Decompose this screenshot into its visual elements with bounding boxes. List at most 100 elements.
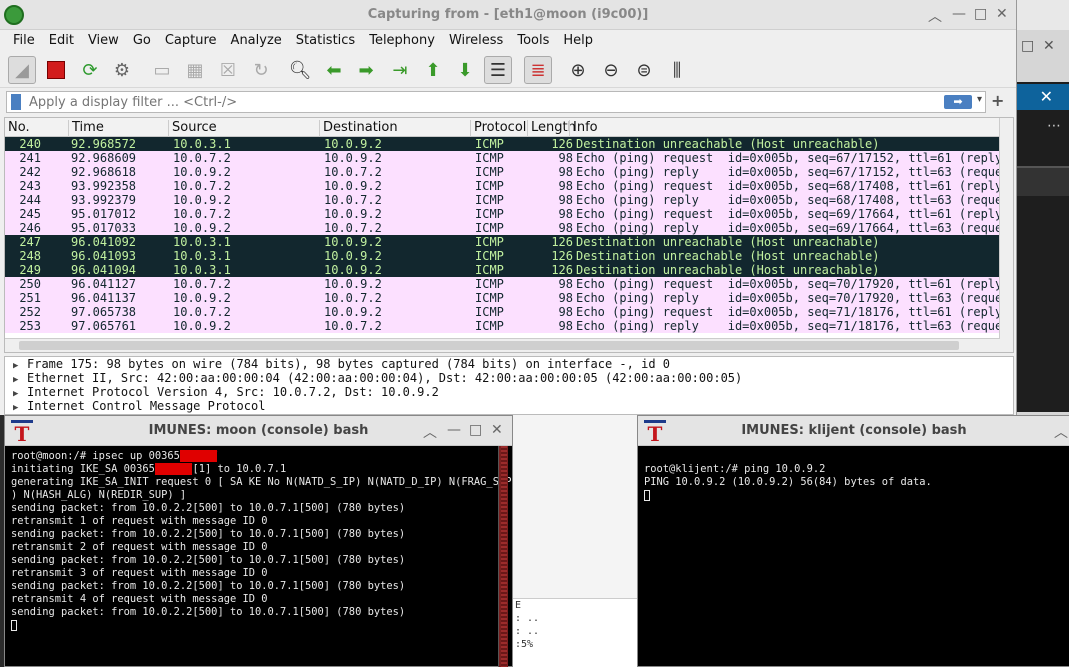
- chevron-up-icon[interactable]: ︿: [1054, 422, 1068, 442]
- table-cell-dst: 10.0.9.2: [324, 263, 382, 277]
- column-source[interactable]: Source: [168, 120, 217, 137]
- menu-file[interactable]: File: [6, 30, 42, 52]
- menu-edit[interactable]: Edit: [42, 30, 81, 52]
- moon-terminal[interactable]: root@moon:/# ipsec up 00365REDACT initiat…: [11, 450, 511, 632]
- column-protocol[interactable]: Protocol: [470, 120, 526, 137]
- detail-row-icmp[interactable]: ▶ Internet Control Message Protocol: [5, 399, 1013, 413]
- table-cell-time: 92.968609: [71, 151, 137, 165]
- resize-columns-icon[interactable]: ⫼: [663, 56, 691, 84]
- stop-capture-icon[interactable]: [42, 56, 70, 84]
- column-destination[interactable]: Destination: [319, 120, 398, 137]
- menu-go[interactable]: Go: [126, 30, 158, 52]
- table-cell-dst: 10.0.9.2: [324, 235, 382, 249]
- bookmark-icon[interactable]: [11, 94, 21, 110]
- maximize-icon[interactable]: □: [469, 422, 482, 438]
- menu-statistics[interactable]: Statistics: [289, 30, 362, 52]
- column-info[interactable]: Info: [569, 120, 598, 137]
- table-cell-len: 98: [558, 319, 573, 333]
- reload-file-icon[interactable]: ↻: [247, 56, 275, 84]
- table-row[interactable]: 250 96.041127 10.0.7.2 10.0.9.2 ICMP 98 Echo (…: [5, 277, 1000, 291]
- table-row[interactable]: 241 92.968609 10.0.7.2 10.0.9.2 ICMP 98 Echo (…: [5, 151, 1000, 165]
- maximize-icon[interactable]: □: [1021, 38, 1034, 54]
- menu-tools[interactable]: Tools: [510, 30, 556, 52]
- background-text: E : .. : .. :5%: [513, 598, 637, 667]
- detail-row-ip[interactable]: ▶ Internet Protocol Version 4, Src: 10.0.…: [5, 385, 1013, 399]
- maximize-icon[interactable]: □: [974, 6, 987, 22]
- save-file-icon[interactable]: ▦: [181, 56, 209, 84]
- go-back-icon[interactable]: ⬅: [320, 56, 348, 84]
- table-cell-time: 96.041093: [71, 249, 137, 263]
- first-packet-icon[interactable]: ⬆: [419, 56, 447, 84]
- find-packet-icon[interactable]: 🔍︎: [286, 56, 314, 84]
- menu-view[interactable]: View: [81, 30, 126, 52]
- table-row[interactable]: 245 95.017012 10.0.7.2 10.0.9.2 ICMP 98 Echo (…: [5, 207, 1000, 221]
- go-forward-icon[interactable]: ➡: [352, 56, 380, 84]
- add-filter-button-icon[interactable]: +: [991, 91, 1004, 110]
- table-row[interactable]: 242 92.968618 10.0.9.2 10.0.7.2 ICMP 98 Echo (…: [5, 165, 1000, 179]
- restart-capture-icon[interactable]: ⟳: [76, 56, 104, 84]
- last-packet-icon[interactable]: ⬇: [451, 56, 479, 84]
- table-cell-len: 98: [558, 165, 573, 179]
- chevron-up-icon[interactable]: ︿: [423, 422, 437, 442]
- column-no[interactable]: No.: [5, 120, 30, 137]
- close-icon[interactable]: ✕: [1043, 38, 1055, 54]
- detail-row-ethernet[interactable]: ▶ Ethernet II, Src: 42:00:aa:00:00:04 (42…: [5, 371, 1013, 385]
- table-cell-src: 10.0.3.1: [173, 137, 231, 151]
- table-cell-time: 95.017012: [71, 207, 137, 221]
- chevron-down-icon[interactable]: ▾: [977, 94, 982, 105]
- minimize-icon[interactable]: —: [952, 6, 966, 22]
- colorize-icon[interactable]: ≣: [524, 56, 552, 84]
- table-cell-len: 98: [558, 277, 573, 291]
- table-row[interactable]: 249 96.041094 10.0.3.1 10.0.9.2 ICMP 126 Desti…: [5, 263, 1000, 277]
- table-row[interactable]: 247 96.041092 10.0.3.1 10.0.9.2 ICMP 126 Desti…: [5, 235, 1000, 249]
- menu-wireless[interactable]: Wireless: [442, 30, 510, 52]
- table-cell-len: 98: [558, 305, 573, 319]
- table-row[interactable]: 252 97.065738 10.0.7.2 10.0.9.2 ICMP 98 Echo (…: [5, 305, 1000, 319]
- packet-list-hscrollbar[interactable]: [5, 338, 1000, 352]
- close-icon[interactable]: ✕: [491, 422, 503, 438]
- zoom-normal-icon[interactable]: ⊜: [630, 56, 658, 84]
- autoscroll-icon[interactable]: ☰: [484, 56, 512, 84]
- klijent-terminal[interactable]: root@klijent:/# ping 10.0.9.2 PING 10.0.…: [644, 450, 932, 502]
- more-icon[interactable]: ⋯: [1047, 118, 1061, 134]
- table-row[interactable]: 253 97.065761 10.0.9.2 10.0.7.2 ICMP 98 Echo (…: [5, 319, 1000, 333]
- close-icon[interactable]: ✕: [996, 6, 1008, 22]
- table-cell-src: 10.0.9.2: [173, 193, 231, 207]
- table-cell-src: 10.0.7.2: [173, 151, 231, 165]
- capture-options-icon[interactable]: ⚙: [108, 56, 136, 84]
- table-row[interactable]: 246 95.017033 10.0.9.2 10.0.7.2 ICMP 98 Echo (…: [5, 221, 1000, 235]
- display-filter-input[interactable]: [29, 93, 929, 111]
- close-icon[interactable]: ✕: [1017, 84, 1069, 110]
- menu-analyze[interactable]: Analyze: [224, 30, 289, 52]
- background-editor: [1017, 82, 1069, 412]
- table-cell-len: 98: [558, 151, 573, 165]
- menu-help[interactable]: Help: [556, 30, 600, 52]
- chevron-up-icon[interactable]: ︿: [928, 6, 942, 26]
- table-row[interactable]: 244 93.992379 10.0.9.2 10.0.7.2 ICMP 98 Echo (…: [5, 193, 1000, 207]
- open-file-icon[interactable]: ▭: [148, 56, 176, 84]
- go-to-packet-icon[interactable]: ⇥: [386, 56, 414, 84]
- zoom-out-icon[interactable]: ⊖: [597, 56, 625, 84]
- menu-telephony[interactable]: Telephony: [362, 30, 442, 52]
- start-capture-icon[interactable]: ◢: [8, 56, 36, 84]
- column-time[interactable]: Time: [68, 120, 104, 137]
- table-row[interactable]: 248 96.041093 10.0.3.1 10.0.9.2 ICMP 126 Desti…: [5, 249, 1000, 263]
- moon-terminal-scrollbar[interactable]: [498, 446, 508, 667]
- table-row[interactable]: 240 92.968572 10.0.3.1 10.0.9.2 ICMP 126 Desti…: [5, 137, 1000, 151]
- table-cell-len: 126: [551, 263, 573, 277]
- table-cell-dst: 10.0.9.2: [324, 137, 382, 151]
- minimize-icon[interactable]: —: [447, 422, 461, 438]
- menu-capture[interactable]: Capture: [158, 30, 224, 52]
- table-cell-len: 98: [558, 291, 573, 305]
- table-cell-proto: ICMP: [475, 221, 504, 235]
- table-row[interactable]: 243 93.992358 10.0.7.2 10.0.9.2 ICMP 98 Echo (…: [5, 179, 1000, 193]
- terminal-line: PING 10.0.9.2 (10.0.9.2) 56(84) bytes of…: [644, 476, 932, 488]
- zoom-in-icon[interactable]: ⊕: [564, 56, 592, 84]
- packet-list-vscrollbar[interactable]: [999, 118, 1013, 352]
- apply-filter-arrow-icon[interactable]: ➡: [944, 95, 972, 109]
- table-cell-proto: ICMP: [475, 291, 504, 305]
- detail-row-frame[interactable]: ▶ Frame 175: 98 bytes on wire (784 bits),…: [5, 357, 1013, 371]
- close-file-icon[interactable]: ☒: [214, 56, 242, 84]
- table-row[interactable]: 251 96.041137 10.0.9.2 10.0.7.2 ICMP 98 Echo (…: [5, 291, 1000, 305]
- chevron-right-icon[interactable]: ▶: [13, 401, 27, 415]
